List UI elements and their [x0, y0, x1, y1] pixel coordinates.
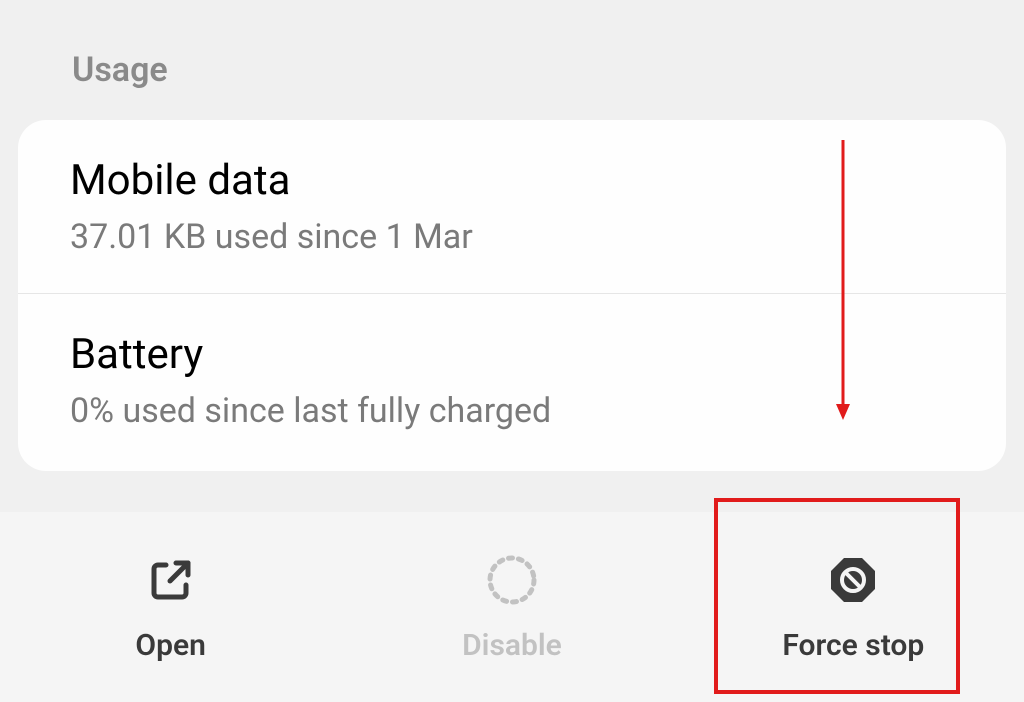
open-button[interactable]: Open: [0, 512, 341, 702]
force-stop-icon: [827, 552, 879, 608]
open-label: Open: [135, 628, 205, 663]
battery-row[interactable]: Battery 0% used since last fully charged: [18, 294, 1006, 471]
battery-sub: 0% used since last fully charged: [70, 391, 954, 431]
force-stop-button[interactable]: Force stop: [683, 512, 1024, 702]
disable-label: Disable: [462, 628, 562, 663]
force-stop-label: Force stop: [782, 628, 924, 663]
disable-button[interactable]: Disable: [341, 512, 682, 702]
section-header-usage: Usage: [0, 0, 1024, 120]
disable-icon: [485, 552, 539, 608]
usage-card: Mobile data 37.01 KB used since 1 Mar Ba…: [18, 120, 1006, 471]
mobile-data-title: Mobile data: [70, 156, 954, 205]
mobile-data-row[interactable]: Mobile data 37.01 KB used since 1 Mar: [18, 120, 1006, 294]
bottom-action-bar: Open Disable Force stop: [0, 512, 1024, 702]
open-icon: [146, 552, 196, 608]
mobile-data-sub: 37.01 KB used since 1 Mar: [70, 217, 954, 257]
battery-title: Battery: [70, 330, 954, 379]
